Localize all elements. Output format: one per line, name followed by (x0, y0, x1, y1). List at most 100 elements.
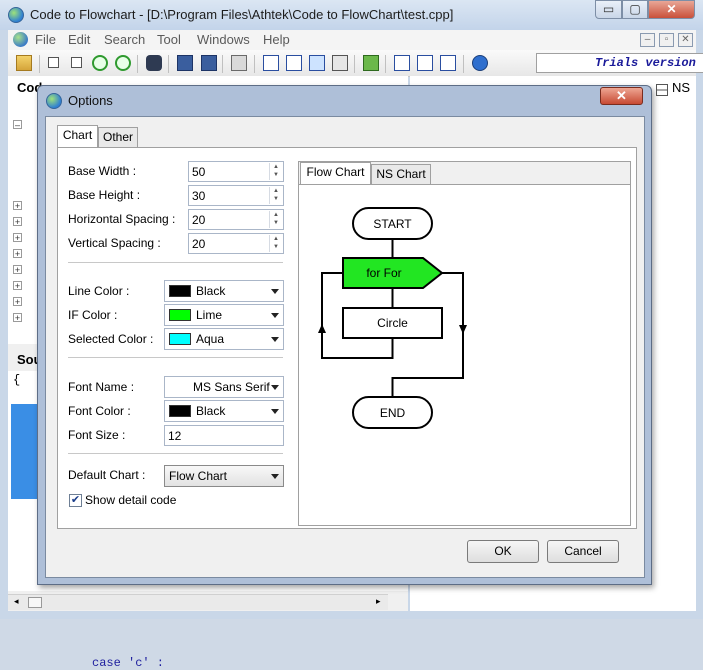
base-width-value: 50 (192, 165, 206, 179)
show-detail-label[interactable]: Show detail code (85, 493, 176, 507)
font-color-select[interactable]: Black (164, 400, 284, 422)
tree-expander[interactable]: + (13, 217, 22, 227)
chevron-down-icon[interactable] (271, 289, 279, 294)
font-color-value: Black (196, 404, 226, 418)
base-height-label: Base Height : (68, 188, 141, 202)
toolbar-separator (168, 55, 169, 73)
chevron-down-icon[interactable] (271, 337, 279, 342)
vertical-layout-icon[interactable] (440, 55, 456, 71)
selected-color-select[interactable]: Aqua (164, 328, 284, 350)
share-icon[interactable] (332, 55, 348, 71)
open-icon[interactable] (16, 55, 32, 71)
font-size-value: 12 (168, 429, 182, 443)
menu-tool[interactable]: Tool (157, 32, 181, 47)
tools-icon[interactable] (363, 55, 379, 71)
horizontal-spacing-label: Horizontal Spacing : (68, 212, 176, 226)
expand-icon[interactable] (48, 57, 59, 68)
dialog-close-button[interactable]: ✕ (600, 87, 643, 105)
system-menu-icon[interactable] (13, 32, 28, 47)
base-width-input[interactable]: 50 ▲ ▼ (188, 161, 284, 182)
collapse-icon[interactable] (71, 57, 82, 68)
minimize-button[interactable]: ▭ (595, 0, 622, 19)
save-icon[interactable] (177, 55, 193, 71)
vertical-spacing-label: Vertical Spacing : (68, 236, 161, 250)
tree-expander[interactable]: + (13, 281, 22, 291)
trial-text: Trials version (595, 56, 696, 70)
code-line: case 'c' : (92, 656, 165, 670)
maximize-button[interactable]: ▢ (622, 0, 648, 19)
tab-chart[interactable]: Chart (57, 125, 98, 148)
font-name-select[interactable]: MS Sans Serif (164, 376, 284, 398)
tree-expander[interactable]: + (13, 313, 22, 323)
mdi-close-button[interactable]: ✕ (678, 33, 693, 47)
mdi-minimize-button[interactable]: – (640, 33, 655, 47)
tree-expander[interactable]: + (13, 249, 22, 259)
dialog-title: Options (68, 93, 113, 108)
scroll-right-icon[interactable]: ▸ (376, 596, 381, 607)
chevron-down-icon[interactable] (271, 474, 279, 479)
tree-expander[interactable]: + (13, 265, 22, 275)
flowchart-view-icon[interactable] (394, 55, 410, 71)
line-color-select[interactable]: Black (164, 280, 284, 302)
image-export-icon[interactable] (309, 55, 325, 71)
font-size-input[interactable]: 12 (164, 425, 284, 446)
base-height-spinner[interactable]: ▲ ▼ (269, 187, 282, 204)
menu-search[interactable]: Search (104, 32, 145, 47)
tree-expander[interactable]: + (13, 233, 22, 243)
cancel-button[interactable]: Cancel (547, 540, 619, 563)
selected-color-value: Aqua (196, 332, 225, 346)
menu-windows[interactable]: Windows (197, 32, 250, 47)
default-chart-label: Default Chart : (68, 468, 146, 482)
word-export-icon[interactable] (263, 55, 279, 71)
section-divider (68, 453, 283, 454)
section-divider (68, 357, 283, 358)
vertical-spacing-spinner[interactable]: ▲ ▼ (269, 235, 282, 252)
horizontal-layout-icon[interactable] (417, 55, 433, 71)
app-globe-icon (8, 7, 24, 23)
preview-tab-flowchart[interactable]: Flow Chart (300, 162, 371, 185)
zoom-in-icon[interactable] (92, 55, 108, 71)
scroll-thumb[interactable] (28, 597, 42, 608)
tree-expander[interactable]: + (13, 201, 22, 211)
help-icon[interactable] (472, 55, 488, 71)
horizontal-spacing-spinner[interactable]: ▲ ▼ (269, 211, 282, 228)
ns-chart-tab[interactable]: NS (672, 80, 690, 95)
print-icon[interactable] (231, 55, 247, 71)
preview-container: Flow Chart NS Chart START for For Circle (298, 161, 631, 526)
mdi-restore-button[interactable]: ▫ (659, 33, 674, 47)
chevron-down-icon[interactable] (271, 313, 279, 318)
tree-expander[interactable]: + (13, 297, 22, 307)
menu-help[interactable]: Help (263, 32, 290, 47)
code-brace: { (13, 373, 21, 387)
default-chart-value: Flow Chart (169, 469, 228, 483)
chevron-down-icon[interactable] (271, 409, 279, 414)
menu-file[interactable]: File (35, 32, 56, 47)
base-height-value: 30 (192, 189, 206, 203)
export-icon[interactable] (286, 55, 302, 71)
show-detail-checkbox[interactable]: ✔ (69, 494, 82, 507)
toolbar-separator (222, 55, 223, 73)
ns-chart-icon (656, 84, 668, 96)
close-button[interactable]: ✕ (648, 0, 695, 19)
zoom-out-icon[interactable] (115, 55, 131, 71)
menu-edit[interactable]: Edit (68, 32, 90, 47)
flowchart-diagram: START for For Circle END (318, 207, 467, 429)
scroll-left-icon[interactable]: ◂ (14, 596, 19, 607)
tab-other[interactable]: Other (98, 127, 138, 148)
preview-tab-ns-chart[interactable]: NS Chart (371, 164, 431, 185)
chevron-down-icon[interactable] (271, 385, 279, 390)
base-width-spinner[interactable]: ▲ ▼ (269, 163, 282, 180)
base-height-input[interactable]: 30 ▲ ▼ (188, 185, 284, 206)
vertical-spacing-input[interactable]: 20 ▲ ▼ (188, 233, 284, 254)
toolbar-separator (137, 55, 138, 73)
if-color-select[interactable]: Lime (164, 304, 284, 326)
tree-expander[interactable]: – (13, 120, 22, 130)
horizontal-scrollbar[interactable]: ◂ ▸ (8, 594, 388, 610)
window-title: Code to Flowchart - [D:\Program Files\At… (30, 7, 454, 22)
process-text: Circle (377, 316, 408, 330)
save-all-icon[interactable] (201, 55, 217, 71)
default-chart-select[interactable]: Flow Chart (164, 465, 284, 487)
ok-button[interactable]: OK (467, 540, 539, 563)
find-icon[interactable] (146, 55, 162, 71)
horizontal-spacing-input[interactable]: 20 ▲ ▼ (188, 209, 284, 230)
